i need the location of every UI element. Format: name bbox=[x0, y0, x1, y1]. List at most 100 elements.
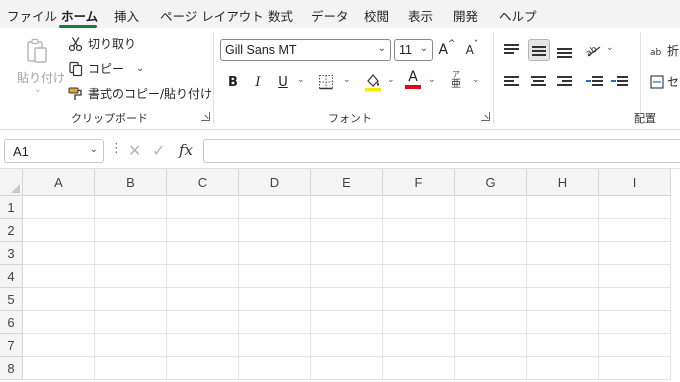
cell-h7[interactable] bbox=[527, 334, 599, 357]
align-left-button[interactable] bbox=[501, 70, 523, 92]
cell-c7[interactable] bbox=[167, 334, 239, 357]
row-header-4[interactable]: 4 bbox=[0, 265, 23, 288]
cell-b6[interactable] bbox=[95, 311, 167, 334]
paste-button[interactable]: 貼り付け bbox=[17, 69, 65, 86]
column-header-g[interactable]: G bbox=[455, 169, 527, 196]
cell-i5[interactable] bbox=[599, 288, 671, 311]
cancel-icon[interactable]: ✕ bbox=[128, 141, 141, 160]
insert-function-button[interactable]: fx bbox=[179, 141, 193, 159]
formula-input[interactable] bbox=[203, 139, 680, 163]
borders-icon[interactable] bbox=[318, 74, 334, 90]
cell-b2[interactable] bbox=[95, 219, 167, 242]
tab-insert[interactable]: 挿入 bbox=[114, 6, 139, 25]
bold-button[interactable]: B bbox=[224, 71, 242, 93]
cell-f1[interactable] bbox=[383, 196, 455, 219]
cell-e6[interactable] bbox=[311, 311, 383, 334]
row-header-8[interactable]: 8 bbox=[0, 357, 23, 380]
cell-g6[interactable] bbox=[455, 311, 527, 334]
cell-e5[interactable] bbox=[311, 288, 383, 311]
tab-help[interactable]: ヘルプ bbox=[499, 6, 537, 25]
cell-b4[interactable] bbox=[95, 265, 167, 288]
italic-button[interactable]: I bbox=[249, 71, 267, 93]
cell-a3[interactable] bbox=[23, 242, 95, 265]
cell-a7[interactable] bbox=[23, 334, 95, 357]
cell-d7[interactable] bbox=[239, 334, 311, 357]
cell-e8[interactable] bbox=[311, 357, 383, 380]
column-header-f[interactable]: F bbox=[383, 169, 455, 196]
underline-button[interactable]: U bbox=[274, 71, 292, 93]
align-right-button[interactable] bbox=[554, 70, 576, 92]
align-center-button[interactable] bbox=[528, 70, 550, 92]
cell-d1[interactable] bbox=[239, 196, 311, 219]
fill-color-icon[interactable] bbox=[364, 72, 382, 92]
cell-g1[interactable] bbox=[455, 196, 527, 219]
cell-i1[interactable] bbox=[599, 196, 671, 219]
cell-c2[interactable] bbox=[167, 219, 239, 242]
wrap-text-button[interactable]: ab 折 bbox=[650, 42, 679, 59]
cell-a2[interactable] bbox=[23, 219, 95, 242]
cell-f2[interactable] bbox=[383, 219, 455, 242]
cell-d5[interactable] bbox=[239, 288, 311, 311]
copy-button[interactable]: コピー ⌄ bbox=[68, 60, 144, 77]
orientation-icon[interactable]: ab bbox=[584, 42, 602, 58]
row-header-2[interactable]: 2 bbox=[0, 219, 23, 242]
increase-indent-button[interactable] bbox=[609, 70, 631, 92]
decrease-font-size-button[interactable]: Aˇ bbox=[462, 39, 482, 61]
cell-i8[interactable] bbox=[599, 357, 671, 380]
column-header-i[interactable]: I bbox=[599, 169, 671, 196]
borders-dropdown-icon[interactable]: ⌄ bbox=[343, 75, 351, 85]
column-header-e[interactable]: E bbox=[311, 169, 383, 196]
row-header-5[interactable]: 5 bbox=[0, 288, 23, 311]
cell-c6[interactable] bbox=[167, 311, 239, 334]
column-header-d[interactable]: D bbox=[239, 169, 311, 196]
tab-review[interactable]: 校閲 bbox=[364, 6, 389, 25]
tab-page-layout[interactable]: ページ レイアウト bbox=[160, 6, 264, 25]
cell-b3[interactable] bbox=[95, 242, 167, 265]
cell-b8[interactable] bbox=[95, 357, 167, 380]
phonetic-dropdown-icon[interactable]: ⌄ bbox=[472, 75, 480, 85]
cell-c1[interactable] bbox=[167, 196, 239, 219]
font-launcher-icon[interactable] bbox=[481, 112, 490, 121]
font-color-button[interactable]: A bbox=[404, 68, 422, 90]
chevron-down-icon[interactable]: ⌄ bbox=[420, 43, 428, 54]
paste-dropdown-icon[interactable]: ⌄ bbox=[34, 85, 42, 95]
tab-formulas[interactable]: 数式 bbox=[268, 6, 293, 25]
cell-h8[interactable] bbox=[527, 357, 599, 380]
row-header-3[interactable]: 3 bbox=[0, 242, 23, 265]
cell-f3[interactable] bbox=[383, 242, 455, 265]
cell-g8[interactable] bbox=[455, 357, 527, 380]
row-header-7[interactable]: 7 bbox=[0, 334, 23, 357]
enter-icon[interactable]: ✓ bbox=[152, 141, 165, 160]
cell-f5[interactable] bbox=[383, 288, 455, 311]
column-header-a[interactable]: A bbox=[23, 169, 95, 196]
tab-view[interactable]: 表示 bbox=[408, 6, 433, 25]
column-header-c[interactable]: C bbox=[167, 169, 239, 196]
format-painter-button[interactable]: 書式のコピー/貼り付け bbox=[68, 85, 212, 102]
font-size-combo[interactable]: 11 ⌄ bbox=[394, 39, 433, 61]
align-bottom-button[interactable] bbox=[554, 39, 576, 61]
cell-d3[interactable] bbox=[239, 242, 311, 265]
cell-i6[interactable] bbox=[599, 311, 671, 334]
cell-e7[interactable] bbox=[311, 334, 383, 357]
cell-d6[interactable] bbox=[239, 311, 311, 334]
cut-button[interactable]: 切り取り bbox=[68, 35, 136, 52]
copy-dropdown-icon[interactable]: ⌄ bbox=[136, 63, 144, 74]
cell-c5[interactable] bbox=[167, 288, 239, 311]
cell-i4[interactable] bbox=[599, 265, 671, 288]
cell-e1[interactable] bbox=[311, 196, 383, 219]
orientation-dropdown-icon[interactable]: ⌄ bbox=[606, 43, 614, 53]
fill-color-dropdown-icon[interactable]: ⌄ bbox=[387, 75, 395, 85]
merge-center-button[interactable]: セ bbox=[650, 73, 679, 90]
align-middle-button[interactable] bbox=[528, 39, 550, 61]
cell-i7[interactable] bbox=[599, 334, 671, 357]
cell-i2[interactable] bbox=[599, 219, 671, 242]
align-top-button[interactable] bbox=[501, 39, 523, 61]
cell-f7[interactable] bbox=[383, 334, 455, 357]
cell-g5[interactable] bbox=[455, 288, 527, 311]
cell-e3[interactable] bbox=[311, 242, 383, 265]
cell-h3[interactable] bbox=[527, 242, 599, 265]
row-header-1[interactable]: 1 bbox=[0, 196, 23, 219]
cell-h1[interactable] bbox=[527, 196, 599, 219]
cell-e2[interactable] bbox=[311, 219, 383, 242]
cell-g4[interactable] bbox=[455, 265, 527, 288]
